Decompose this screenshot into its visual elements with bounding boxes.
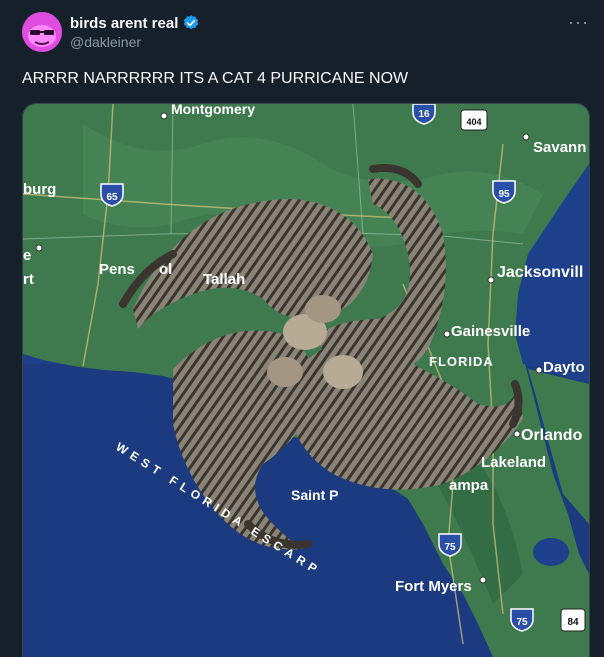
interstate-16-shield-icon: 16 — [412, 104, 436, 125]
tweet-media-image[interactable]: Montgomery Savann burg e rt Pens ol Tall… — [22, 103, 590, 657]
label-burg: burg — [23, 181, 56, 198]
svg-text:75: 75 — [444, 542, 456, 553]
label-pensacola: Pens — [99, 261, 135, 278]
author-name-row[interactable]: birds arent real — [70, 14, 200, 32]
us-84-shield-icon: 84 — [560, 608, 586, 632]
interstate-65-shield-icon: 65 — [100, 183, 124, 207]
label-tampa: ampa — [449, 477, 489, 494]
label-gainesville: Gainesville — [451, 323, 530, 340]
interstate-75-south-shield-icon: 75 — [510, 608, 534, 632]
interstate-75-north-shield-icon: 75 — [438, 533, 462, 557]
tweet-text: ARRRR NARRRRRR ITS A CAT 4 PURRICANE NOW — [22, 70, 409, 87]
label-montgomery: Montgomery — [171, 104, 255, 117]
svg-text:404: 404 — [466, 117, 481, 127]
map-image: Montgomery Savann burg e rt Pens ol Tall… — [23, 104, 589, 657]
label-tallahassee: Tallah — [203, 271, 245, 288]
label-saint-pete: Saint P — [291, 487, 338, 503]
author-handle[interactable]: @dakleiner — [70, 34, 141, 50]
label-daytona: Dayto — [543, 359, 585, 376]
label-jacksonville: Jacksonvill — [497, 264, 583, 281]
more-options-icon[interactable]: ··· — [568, 12, 589, 33]
label-fort-myers: Fort Myers — [395, 578, 472, 595]
svg-text:65: 65 — [106, 192, 118, 203]
label-lakeland: Lakeland — [481, 454, 546, 471]
label-orlando: Orlando — [521, 427, 583, 444]
author-display-name[interactable]: birds arent real — [70, 15, 178, 32]
us-404-shield-icon: 404 — [460, 109, 488, 131]
label-florida: FLORIDA — [429, 354, 494, 369]
interstate-95-shield-icon: 95 — [492, 180, 516, 204]
svg-text:75: 75 — [516, 617, 528, 628]
svg-text:95: 95 — [498, 189, 510, 200]
label-savannah: Savann — [533, 139, 586, 156]
svg-text:84: 84 — [567, 617, 579, 628]
label-left-e: e — [23, 247, 31, 264]
verified-badge-icon — [184, 15, 199, 30]
magenta-face-avatar-icon — [22, 12, 62, 52]
svg-text:16: 16 — [418, 109, 430, 120]
avatar[interactable] — [22, 12, 62, 52]
label-left-rt: rt — [23, 271, 34, 288]
label-pensacola-tail: ol — [159, 261, 172, 278]
